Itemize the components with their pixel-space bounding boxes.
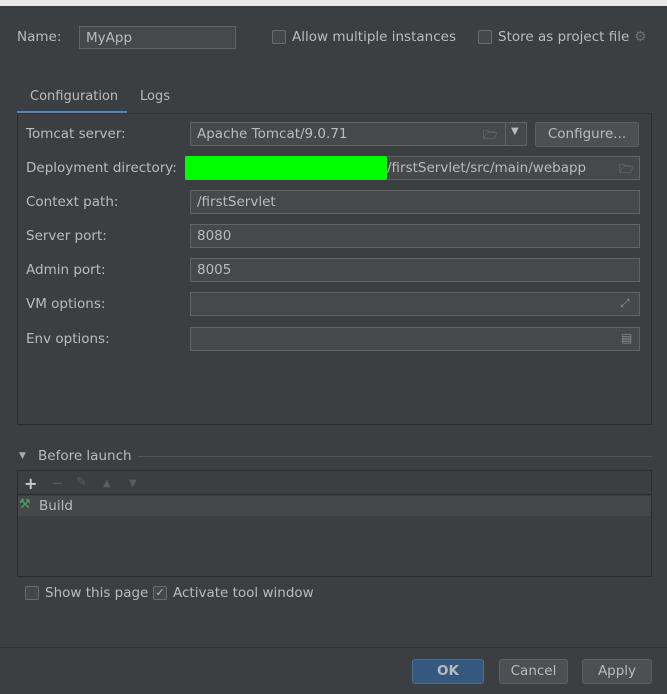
remove-icon[interactable]: − <box>51 474 64 492</box>
context-path-label: Context path: <box>26 194 119 210</box>
edit-icon[interactable]: ✎ <box>76 475 87 490</box>
add-icon[interactable]: + <box>24 474 37 493</box>
list-item-label: Build <box>39 498 73 514</box>
folder-icon[interactable]: 🗁 <box>483 126 498 147</box>
name-label: Name: <box>17 29 62 45</box>
store-project-checkbox[interactable] <box>478 30 492 44</box>
apply-button[interactable]: Apply <box>582 659 652 684</box>
server-port-input[interactable]: 8080 <box>190 224 640 248</box>
expand-icon[interactable]: ⤢ <box>620 296 630 311</box>
tab-configuration[interactable]: Configuration <box>30 88 118 106</box>
chevron-down-icon[interactable]: ▼ <box>511 126 519 137</box>
move-down-icon[interactable]: ▼ <box>129 478 137 489</box>
cancel-button[interactable]: Cancel <box>499 659 568 684</box>
before-launch-title[interactable]: Before launch <box>38 447 132 465</box>
show-page-checkbox[interactable] <box>25 586 39 600</box>
footer-divider <box>0 647 667 648</box>
admin-port-label: Admin port: <box>26 262 106 278</box>
tomcat-label: Tomcat server: <box>26 126 126 142</box>
deployment-label: Deployment directory: <box>26 160 177 176</box>
server-port-label: Server port: <box>26 228 107 244</box>
allow-multiple-label[interactable]: Allow multiple instances <box>292 28 456 46</box>
env-options-input[interactable] <box>190 327 640 351</box>
toolbar-divider <box>18 494 651 495</box>
hammer-icon: ⚒ <box>19 497 31 512</box>
store-project-label[interactable]: Store as project file <box>498 28 629 46</box>
name-input[interactable]: MyApp <box>79 26 236 49</box>
configure-button[interactable]: Configure... <box>535 122 639 147</box>
vm-options-input[interactable] <box>190 292 640 316</box>
gear-icon[interactable]: ⚙ <box>634 29 647 45</box>
tomcat-server-select[interactable]: Apache Tomcat/9.0.71 <box>190 122 527 146</box>
allow-multiple-checkbox[interactable] <box>272 30 286 44</box>
vm-options-label: VM options: <box>26 296 106 312</box>
admin-port-input[interactable]: 8005 <box>190 258 640 282</box>
list-item[interactable] <box>18 496 651 516</box>
collapse-triangle-icon[interactable]: ▼ <box>19 451 26 461</box>
tab-logs[interactable]: Logs <box>140 88 170 106</box>
activate-tool-checkbox[interactable]: ✓ <box>153 586 167 600</box>
ok-button[interactable]: OK <box>412 659 484 684</box>
context-path-input[interactable]: /firstServlet <box>190 190 640 214</box>
env-options-label: Env options: <box>26 331 110 347</box>
activate-tool-label[interactable]: Activate tool window <box>173 584 314 602</box>
folder-icon[interactable]: 🗁 <box>619 160 634 181</box>
redaction-block <box>185 156 387 180</box>
combo-divider <box>505 123 506 145</box>
tomcat-value: Apache Tomcat/9.0.71 <box>197 126 348 142</box>
deployment-value: /firstServlet/src/main/webapp <box>387 160 587 176</box>
before-launch-list <box>17 470 652 577</box>
show-page-label[interactable]: Show this page <box>45 584 148 602</box>
move-up-icon[interactable]: ▲ <box>103 478 111 489</box>
document-icon[interactable]: ▤ <box>621 331 632 345</box>
title-strip <box>0 0 667 6</box>
section-divider <box>138 456 652 457</box>
